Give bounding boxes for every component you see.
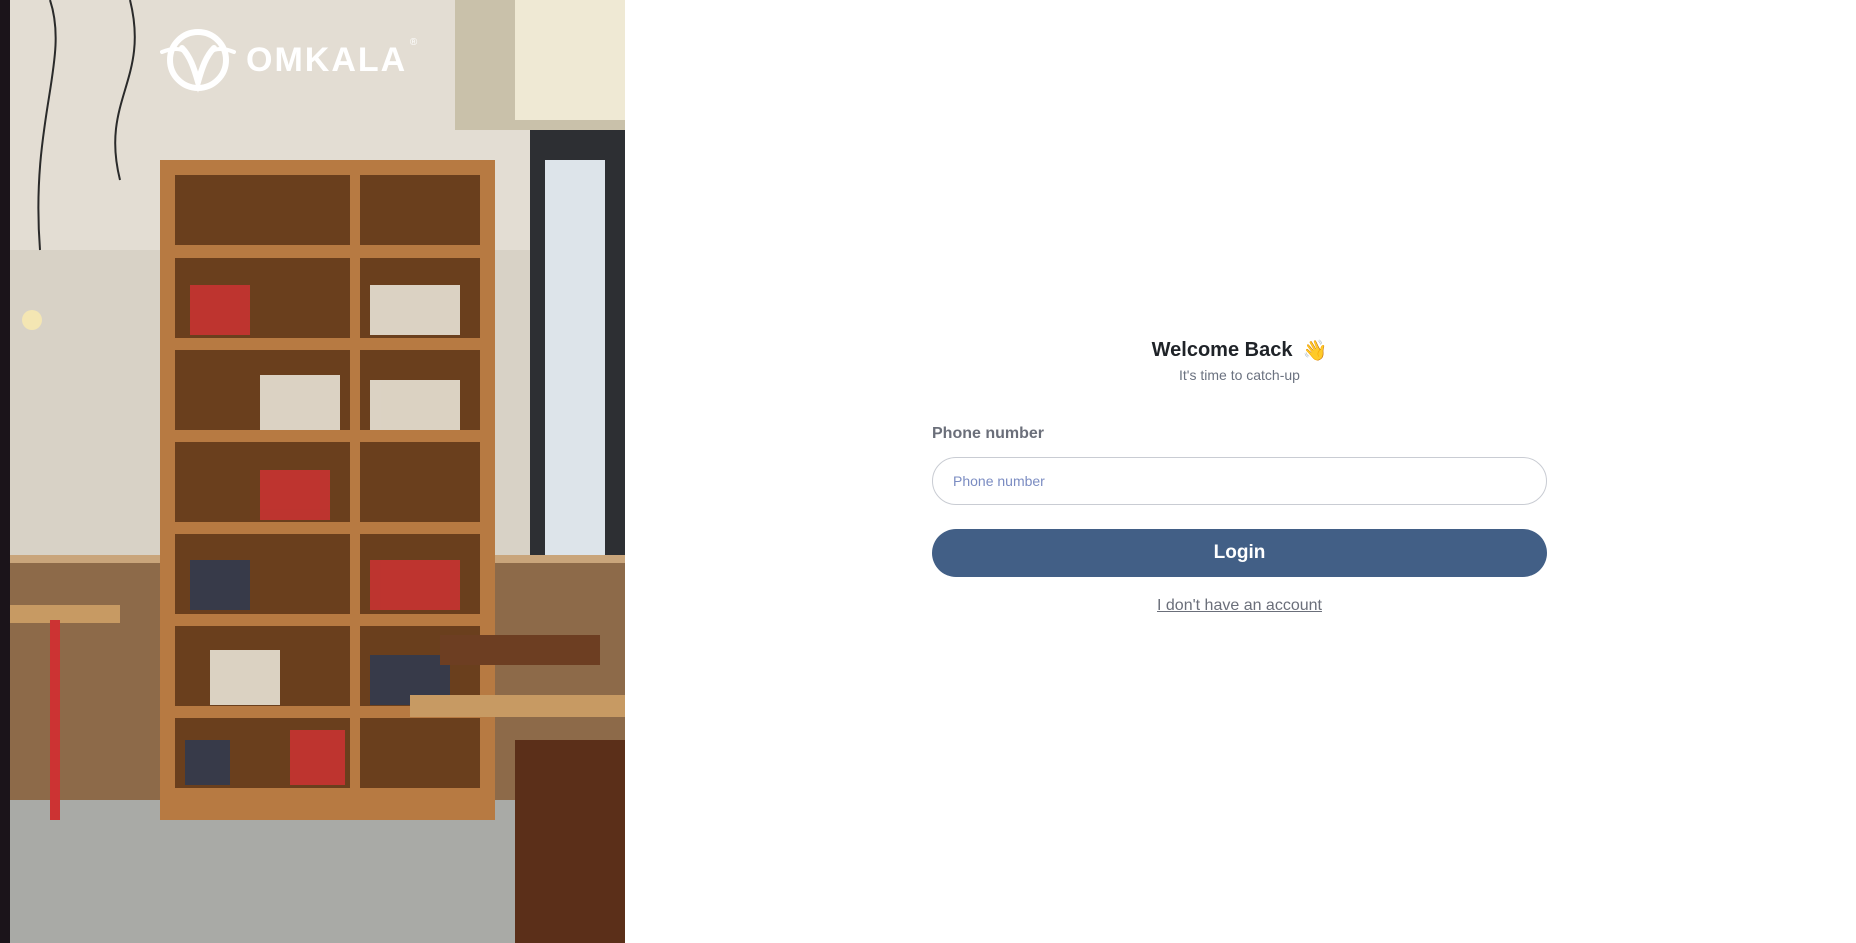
phone-number-input[interactable] xyxy=(932,457,1547,505)
hero-image-panel: OMKALA ® xyxy=(0,0,625,943)
welcome-subtitle: It's time to catch-up xyxy=(1179,367,1300,383)
hero-bookshelf-image xyxy=(10,0,625,943)
login-form: Welcome Back 👋 It's time to catch-up Pho… xyxy=(932,338,1547,615)
login-button[interactable]: Login xyxy=(932,529,1547,577)
welcome-title: Welcome Back xyxy=(1151,339,1293,361)
omkala-logo-icon xyxy=(160,29,236,93)
no-account-link[interactable]: I don't have an account xyxy=(932,597,1547,615)
brand-logo: OMKALA ® xyxy=(160,26,420,94)
hero-edge-strip xyxy=(0,0,10,943)
registered-mark: ® xyxy=(409,36,420,48)
welcome-heading: Welcome Back 👋 xyxy=(932,338,1547,363)
waving-hand-icon: 👋 xyxy=(1302,340,1328,362)
brand-name: OMKALA ® xyxy=(246,36,420,79)
phone-number-label: Phone number xyxy=(932,425,1045,442)
